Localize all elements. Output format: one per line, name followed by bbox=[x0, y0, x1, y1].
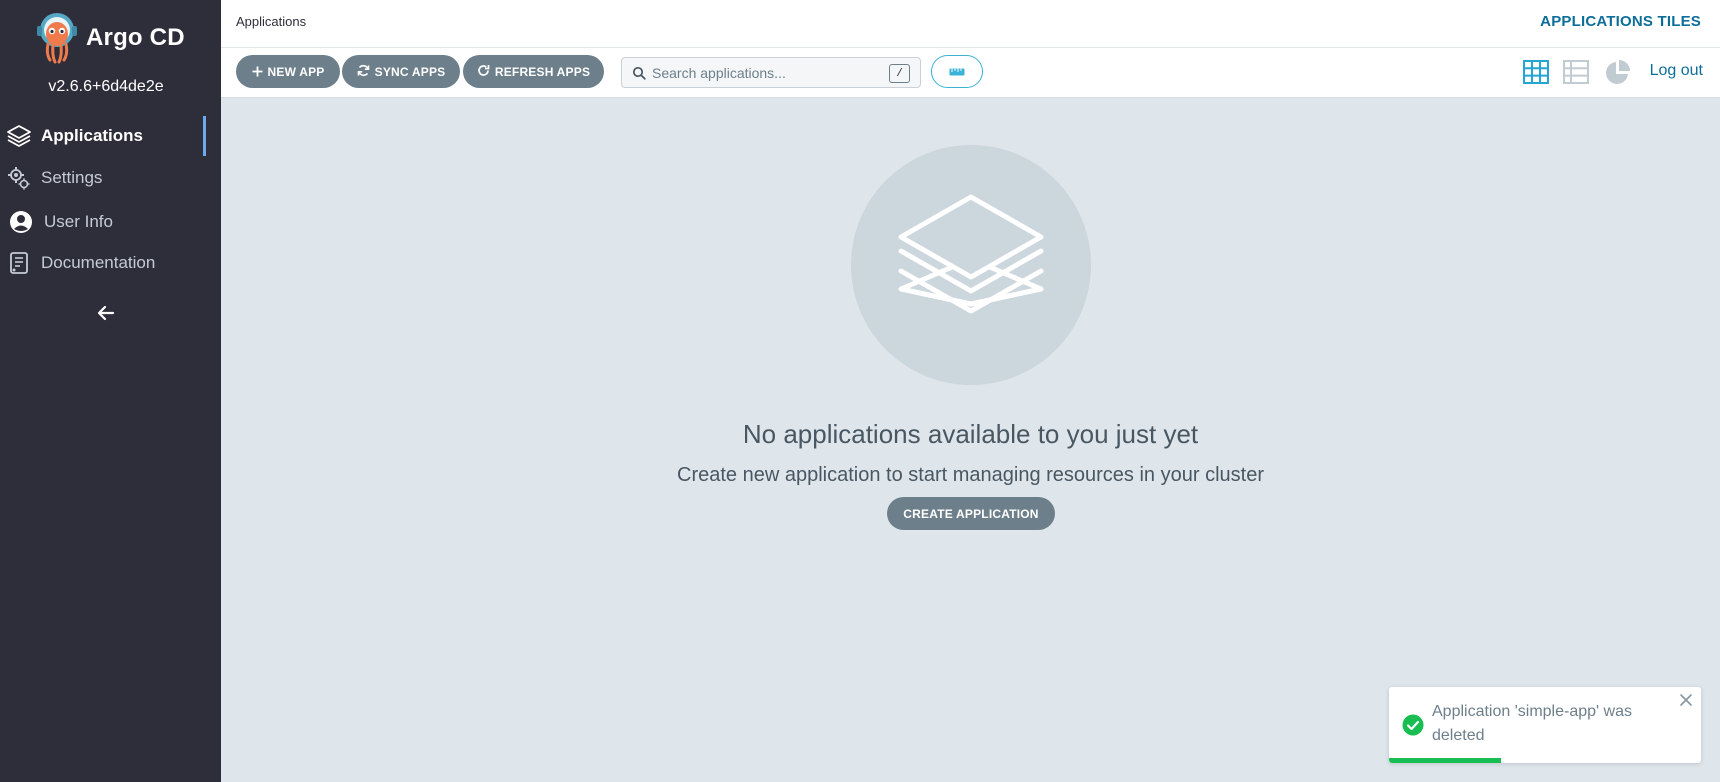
sidebar-item-label: Settings bbox=[41, 168, 103, 187]
create-application-button[interactable]: CREATE APPLICATION bbox=[887, 497, 1055, 530]
new-app-label: NEW APP bbox=[267, 64, 325, 79]
close-icon[interactable] bbox=[1679, 693, 1693, 707]
summary-view-button[interactable] bbox=[1604, 59, 1632, 85]
filter-toggle-button[interactable] bbox=[931, 55, 983, 88]
summary-pie-icon bbox=[1606, 60, 1630, 84]
sidebar-item-label: Applications bbox=[41, 126, 144, 145]
sync-apps-button[interactable]: SYNC APPS bbox=[342, 55, 460, 88]
empty-state-title: No applications available to you just ye… bbox=[742, 419, 1199, 449]
tiles-view-icon bbox=[1523, 60, 1549, 84]
sidebar-item-settings[interactable]: Settings bbox=[0, 158, 221, 198]
sidebar-item-label: User Info bbox=[44, 212, 113, 231]
empty-state-subtitle: Create new application to start managing… bbox=[677, 464, 1264, 486]
notification-toast: Application 'simple-app' was deleted bbox=[1389, 687, 1701, 763]
version-label: v2.6.6+6d4de2e bbox=[48, 78, 164, 95]
list-view-icon bbox=[1563, 60, 1589, 84]
toast-progress-bar bbox=[1389, 758, 1502, 763]
brand-name: Argo CD bbox=[86, 24, 185, 51]
search-input[interactable] bbox=[652, 62, 882, 84]
sidebar: Argo CD v2.6.6+6d4de2e Applications Sett… bbox=[0, 0, 221, 782]
sidebar-item-label: Documentation bbox=[41, 253, 156, 272]
search-icon bbox=[632, 66, 646, 80]
logout-link[interactable]: Log out bbox=[1650, 62, 1703, 80]
new-app-button[interactable]: NEW APP bbox=[236, 55, 340, 88]
search-shortcut-key: / bbox=[889, 64, 910, 83]
brand[interactable]: Argo CD bbox=[36, 12, 185, 64]
book-icon bbox=[6, 250, 32, 276]
plus-icon bbox=[252, 64, 263, 80]
search-box[interactable]: / bbox=[621, 57, 921, 88]
refresh-apps-label: REFRESH APPS bbox=[494, 64, 591, 79]
layers-icon bbox=[6, 123, 32, 149]
toast-progress-track bbox=[1389, 758, 1701, 763]
sidebar-collapse-button[interactable] bbox=[94, 302, 118, 324]
top-bar: Applications APPLICATIONS TILES bbox=[221, 0, 1720, 48]
sidebar-item-user-info[interactable]: User Info bbox=[0, 202, 221, 242]
gears-icon bbox=[6, 165, 32, 191]
empty-state-illustration bbox=[851, 145, 1091, 385]
toolbar: NEW APP SYNC APPS REFRESH APPS / Log out bbox=[221, 48, 1720, 98]
layers-icon bbox=[898, 194, 1044, 314]
argo-octopus-logo-icon bbox=[37, 13, 77, 64]
sidebar-item-applications[interactable]: Applications bbox=[0, 116, 221, 156]
refresh-apps-button[interactable]: REFRESH APPS bbox=[463, 55, 604, 88]
sidebar-item-documentation[interactable]: Documentation bbox=[0, 243, 221, 283]
arrow-left-icon bbox=[97, 305, 115, 321]
refresh-icon bbox=[477, 64, 490, 80]
page-title: APPLICATIONS TILES bbox=[1540, 13, 1701, 30]
toast-message: Application 'simple-app' was deleted bbox=[1432, 703, 1632, 744]
breadcrumb[interactable]: Applications bbox=[236, 14, 306, 29]
tiles-view-button[interactable] bbox=[1523, 60, 1549, 84]
ruler-icon bbox=[949, 68, 965, 75]
list-view-button[interactable] bbox=[1563, 60, 1589, 84]
user-circle-icon bbox=[8, 209, 34, 235]
sync-apps-label: SYNC APPS bbox=[374, 64, 446, 79]
sync-icon bbox=[357, 64, 370, 80]
check-circle-icon bbox=[1402, 714, 1424, 736]
